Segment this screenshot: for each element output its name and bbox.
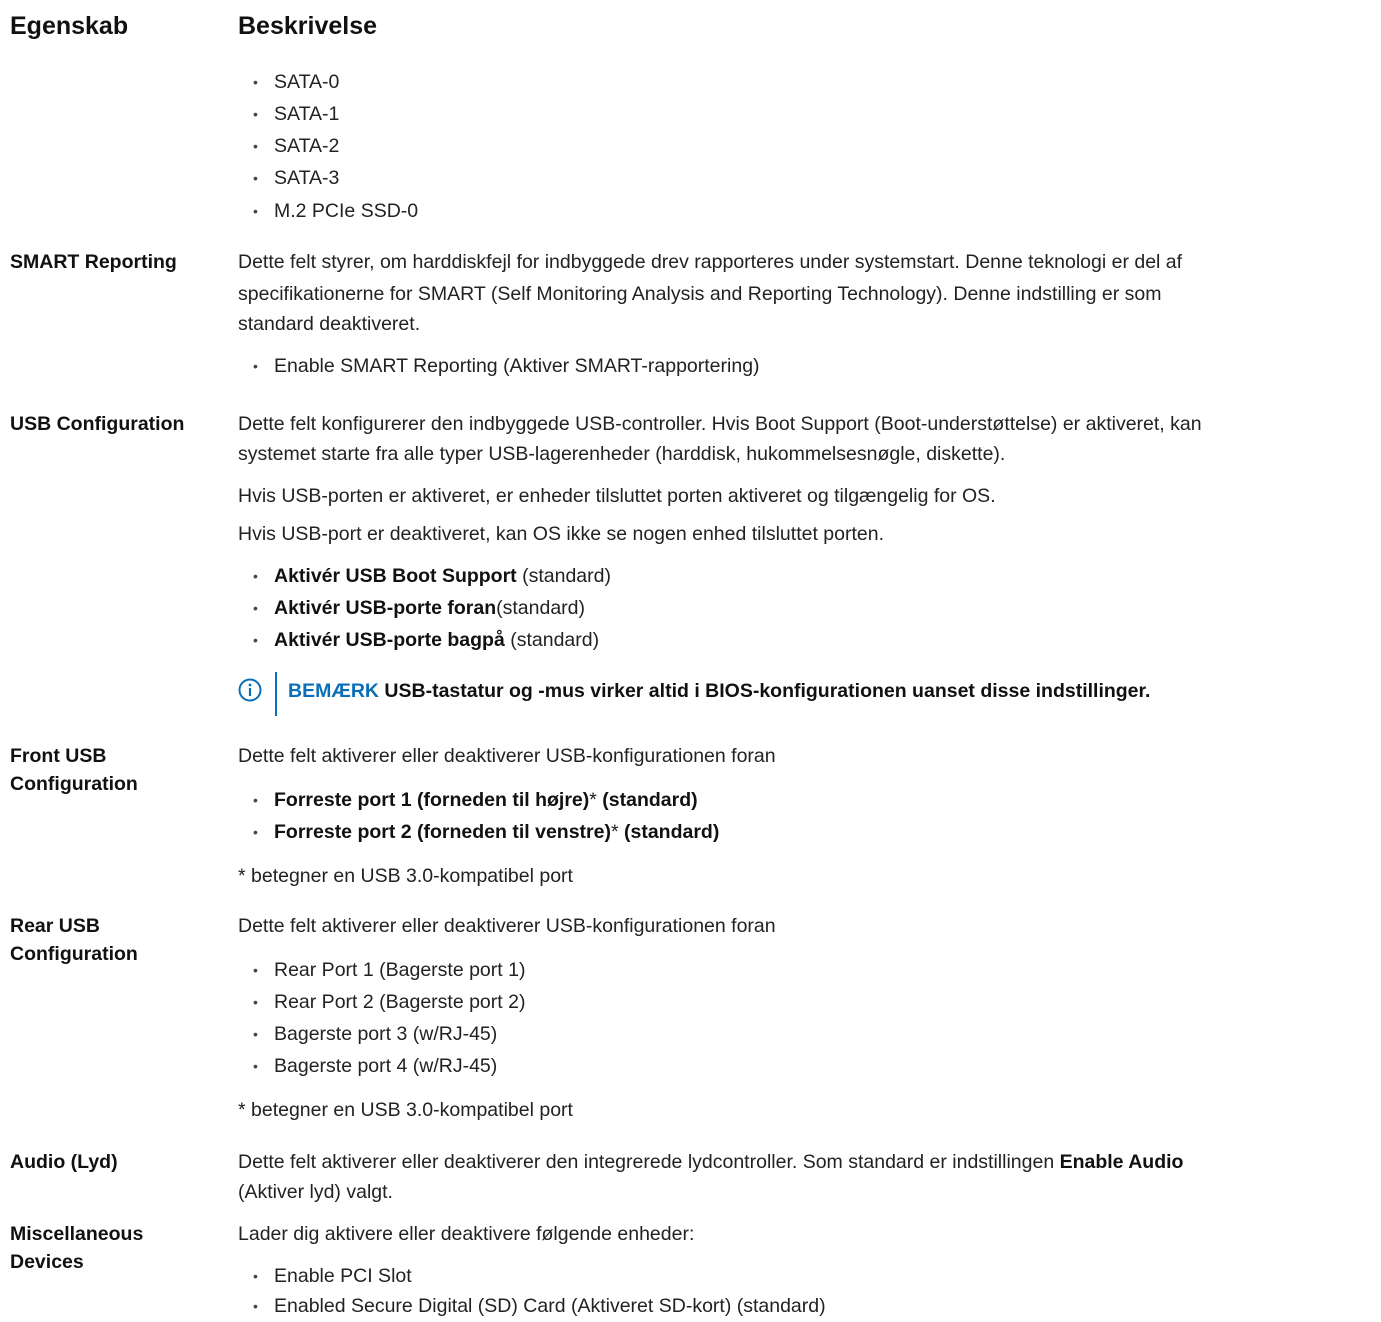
audio-setting-name: Enable Audio xyxy=(1059,1151,1184,1173)
list-item: SATA-1 xyxy=(274,103,340,125)
bullet-dot: • xyxy=(253,170,258,186)
bullet-dot: • xyxy=(253,792,258,808)
list-item: SATA-0 xyxy=(274,71,340,93)
rear-usb-option: Bagerste port 3 (w/RJ-45) xyxy=(274,1023,498,1045)
list-item: SATA-3 xyxy=(274,167,340,189)
front-usb-description: Dette felt aktiverer eller deaktiverer U… xyxy=(238,745,776,767)
front-usb-option-default: (standard) xyxy=(596,789,698,811)
bullet-dot: • xyxy=(253,74,258,90)
front-usb-label-line-2: Configuration xyxy=(10,773,138,795)
rear-usb-option: Rear Port 2 (Bagerste port 2) xyxy=(274,991,526,1013)
rear-usb-description: Dette felt aktiverer eller deaktiverer U… xyxy=(238,915,776,937)
bullet-dot: • xyxy=(253,1298,258,1314)
misc-label-line-2: Devices xyxy=(10,1251,84,1273)
front-usb-footnote: * betegner en USB 3.0-kompatibel port xyxy=(238,865,573,887)
property-label-front-usb: Front USB Configuration xyxy=(10,742,230,798)
bullet-dot: • xyxy=(253,600,258,616)
misc-label-line-1: Miscellaneous xyxy=(10,1223,144,1245)
usb3-marker: * xyxy=(610,821,619,843)
bullet-dot: • xyxy=(253,632,258,648)
usb-option: Aktivér USB-porte bagpå (standard) xyxy=(274,624,599,656)
info-circle-icon xyxy=(238,678,262,702)
property-label-smart-reporting: SMART Reporting xyxy=(10,251,177,273)
bullet-dot: • xyxy=(253,1268,258,1284)
bullet-dot: • xyxy=(253,203,258,219)
usb-option: Aktivér USB-porte foran(standard) xyxy=(274,592,585,624)
usb-option-default: (standard) xyxy=(496,597,585,619)
front-usb-label-line-1: Front USB xyxy=(10,745,107,767)
front-usb-option-name: Forreste port 2 (forneden til venstre) xyxy=(274,821,611,843)
list-item: SATA-2 xyxy=(274,135,340,157)
audio-description-text: Dette felt aktiverer eller deaktiverer d… xyxy=(238,1151,1060,1173)
note-text: BEMÆRK USB-tastatur og -mus virker altid… xyxy=(288,680,1150,703)
rear-usb-label-line-1: Rear USB xyxy=(10,915,100,937)
usb-description-line-2: systemet starte fra alle typer USB-lager… xyxy=(238,443,1006,465)
bullet-dot: • xyxy=(253,1026,258,1042)
property-label-rear-usb: Rear USB Configuration xyxy=(10,912,230,968)
usb-option-default: (standard) xyxy=(516,565,611,587)
front-usb-option: Forreste port 2 (forneden til venstre)* … xyxy=(274,816,719,848)
note-body: USB-tastatur og -mus virker altid i BIOS… xyxy=(379,680,1151,702)
front-usb-option-default: (standard) xyxy=(618,821,720,843)
smart-option: Enable SMART Reporting (Aktiver SMART-ra… xyxy=(274,355,760,377)
bullet-dot: • xyxy=(253,106,258,122)
list-item: M.2 PCIe SSD-0 xyxy=(274,200,419,222)
column-header-description: Beskrivelse xyxy=(238,12,378,40)
rear-usb-option: Bagerste port 4 (w/RJ-45) xyxy=(274,1055,498,1077)
usb-description-para-3: Hvis USB-port er deaktiveret, kan OS ikk… xyxy=(238,523,884,545)
smart-description-line-3: standard deaktiveret. xyxy=(238,313,421,335)
usb3-marker: * xyxy=(589,789,597,811)
usb-option-name: Aktivér USB-porte foran xyxy=(274,597,497,619)
audio-description-line-2: (Aktiver lyd) valgt. xyxy=(238,1181,393,1203)
bullet-dot: • xyxy=(253,824,258,840)
bullet-dot: • xyxy=(253,962,258,978)
bullet-dot: • xyxy=(253,568,258,584)
bullet-dot: • xyxy=(253,994,258,1010)
property-label-audio: Audio (Lyd) xyxy=(10,1151,118,1173)
bullet-dot: • xyxy=(253,138,258,154)
bullet-dot: • xyxy=(253,1058,258,1074)
front-usb-option: Forreste port 1 (forneden til højre)* (s… xyxy=(274,784,698,816)
usb-option-name: Aktivér USB-porte bagpå xyxy=(274,629,505,651)
rear-usb-option: Rear Port 1 (Bagerste port 1) xyxy=(274,959,526,981)
smart-description-line-1: Dette felt styrer, om harddiskfejl for i… xyxy=(238,251,1183,273)
property-label-usb-configuration: USB Configuration xyxy=(10,413,185,435)
note-label: BEMÆRK xyxy=(288,680,379,702)
column-header-property: Egenskab xyxy=(10,12,129,40)
usb-description-para-2: Hvis USB-porten er aktiveret, er enheder… xyxy=(238,485,996,507)
usb-option: Aktivér USB Boot Support (standard) xyxy=(274,560,611,592)
usb-option-name: Aktivér USB Boot Support xyxy=(274,565,517,587)
rear-usb-label-line-2: Configuration xyxy=(10,943,138,965)
smart-description-line-2: specifikationerne for SMART (Self Monito… xyxy=(238,283,1162,305)
misc-option: Enable PCI Slot xyxy=(274,1265,412,1287)
front-usb-option-name: Forreste port 1 (forneden til højre) xyxy=(274,789,590,811)
rear-usb-footnote: * betegner en USB 3.0-kompatibel port xyxy=(238,1099,573,1121)
property-label-misc-devices: Miscellaneous Devices xyxy=(10,1220,230,1276)
bullet-dot: • xyxy=(253,358,258,374)
usb-option-default: (standard) xyxy=(504,629,600,651)
misc-option: Enabled Secure Digital (SD) Card (Aktive… xyxy=(274,1295,826,1317)
misc-description: Lader dig aktivere eller deaktivere følg… xyxy=(238,1223,695,1245)
note-divider xyxy=(275,672,277,716)
usb-description-line-1: Dette felt konfigurerer den indbyggede U… xyxy=(238,413,1202,435)
audio-description-line-1: Dette felt aktiverer eller deaktiverer d… xyxy=(238,1148,1183,1176)
